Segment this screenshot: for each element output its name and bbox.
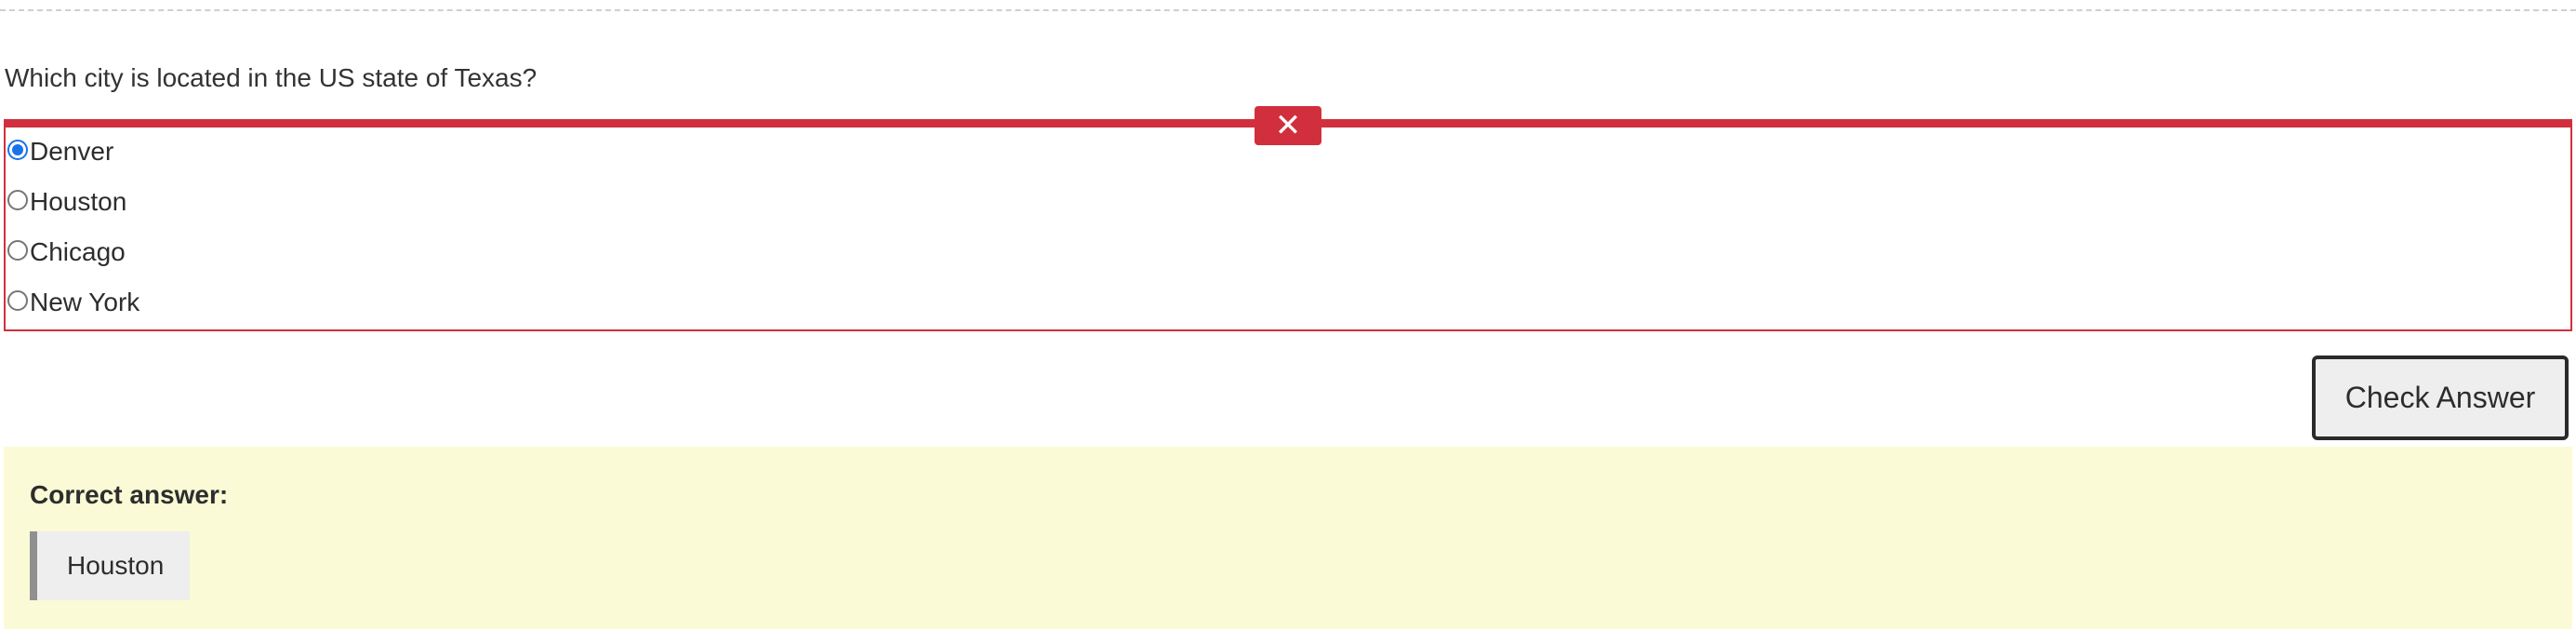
check-answer-button[interactable]: Check Answer <box>2312 356 2569 440</box>
feedback-panel: Correct answer: Houston <box>4 447 2572 629</box>
radio-denver[interactable] <box>7 140 28 160</box>
correct-answer-chip: Houston <box>30 531 191 600</box>
radio-chicago[interactable] <box>7 240 28 261</box>
question-text: Which city is located in the US state of… <box>5 63 538 92</box>
option-denver[interactable]: Denver <box>7 133 113 170</box>
radio-houston[interactable] <box>7 190 28 210</box>
option-new-york[interactable]: New York <box>7 284 139 321</box>
correct-answer-text: Houston <box>67 551 165 580</box>
correct-answer-label: Correct answer: <box>30 480 229 509</box>
radio-new-york[interactable] <box>7 290 28 311</box>
incorrect-badge: ✕ <box>1255 106 1321 145</box>
option-chicago[interactable]: Chicago <box>7 234 126 271</box>
top-divider <box>0 9 2576 11</box>
answer-options-box <box>4 119 2572 331</box>
option-label: Houston <box>30 187 127 216</box>
option-label: New York <box>30 288 140 316</box>
option-houston[interactable]: Houston <box>7 183 126 221</box>
option-label: Chicago <box>30 237 126 266</box>
option-label: Denver <box>30 137 114 166</box>
close-icon: ✕ <box>1274 108 1302 143</box>
